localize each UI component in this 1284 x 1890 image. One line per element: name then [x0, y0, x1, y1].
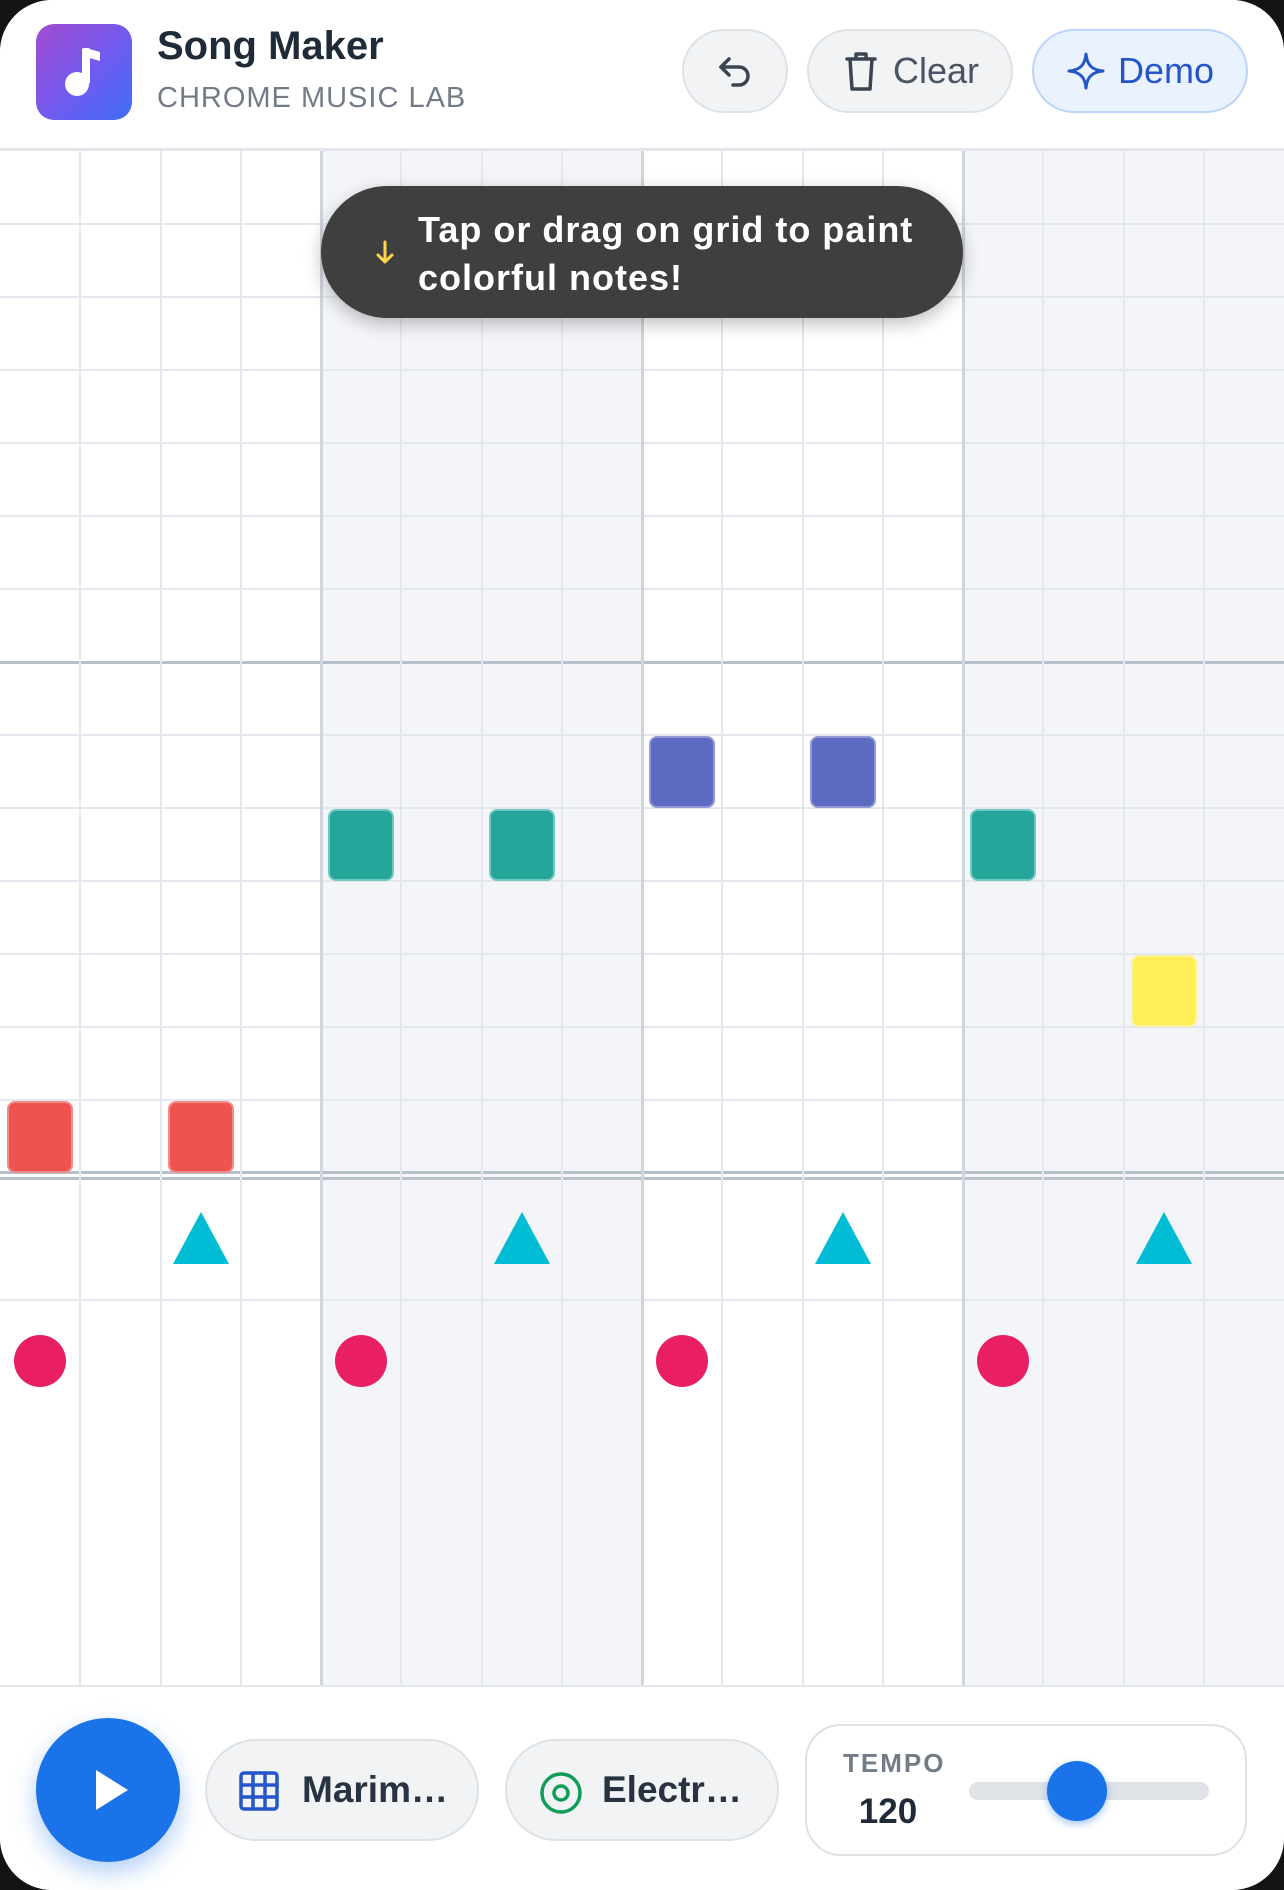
grid-col-line — [1042, 151, 1044, 1685]
percussion-selector[interactable]: Electronic — [505, 1739, 779, 1841]
bar-divider — [320, 151, 323, 1685]
clear-button[interactable]: Clear — [807, 29, 1013, 113]
demo-button[interactable]: Demo — [1032, 29, 1248, 113]
grid-col-line — [240, 151, 242, 1685]
undo-icon — [719, 57, 750, 87]
melody-note[interactable] — [970, 809, 1036, 881]
percussion-triangle[interactable] — [494, 1212, 550, 1264]
percussion-circle[interactable] — [656, 1335, 708, 1387]
grid-col-line — [400, 151, 402, 1685]
grid-col-line — [882, 151, 884, 1685]
target-icon — [540, 1772, 582, 1814]
melody-note[interactable] — [7, 1101, 73, 1173]
grid-col-line — [802, 151, 804, 1685]
hint-text: Tap or drag on grid to paint colorful no… — [418, 209, 914, 298]
bar-divider — [641, 151, 644, 1685]
play-icon — [96, 1770, 128, 1810]
grid-col-line — [79, 151, 81, 1685]
app-subtitle: CHROME MUSIC LAB — [157, 82, 467, 114]
tempo-control: TEMPO 120 — [805, 1724, 1247, 1856]
play-button[interactable] — [36, 1718, 180, 1862]
melody-note[interactable] — [810, 736, 876, 808]
hint-tooltip: Tap or drag on grid to paint colorful no… — [321, 186, 963, 318]
undo-button[interactable] — [682, 29, 788, 113]
bar-divider — [962, 151, 965, 1685]
percussion-circle[interactable] — [14, 1335, 66, 1387]
tempo-label: TEMPO — [843, 1748, 946, 1778]
melody-note[interactable] — [1131, 955, 1197, 1027]
grid-col-line — [1123, 151, 1125, 1685]
sparkle-icon — [1067, 52, 1105, 90]
tempo-value: 120 — [858, 1792, 918, 1831]
instrument-selector[interactable]: Marimba — [205, 1739, 479, 1841]
grid-col-line — [1203, 151, 1205, 1685]
melody-note[interactable] — [168, 1101, 234, 1173]
tempo-slider-thumb[interactable] — [1047, 1761, 1107, 1821]
app-logo — [36, 24, 132, 120]
demo-button-label: Demo — [1117, 50, 1215, 91]
clear-button-label: Clear — [892, 50, 980, 91]
song-maker-app: Song Maker CHROME MUSIC LAB Clear Demo T… — [0, 0, 1284, 1890]
melody-note[interactable] — [489, 809, 555, 881]
music-note-icon — [65, 48, 100, 96]
grid-col-line — [721, 151, 723, 1685]
grid-col-line — [481, 151, 483, 1685]
arrow-down-icon — [376, 240, 394, 264]
header: Song Maker CHROME MUSIC LAB Clear Demo — [0, 0, 1284, 151]
percussion-triangle[interactable] — [1136, 1212, 1192, 1264]
trash-icon — [845, 52, 877, 91]
percussion-circle[interactable] — [335, 1335, 387, 1387]
melody-note[interactable] — [328, 809, 394, 881]
instrument-label: Marimba — [302, 1769, 452, 1810]
grid-icon — [239, 1771, 279, 1811]
percussion-triangle[interactable] — [815, 1212, 871, 1264]
percussion-circle[interactable] — [977, 1335, 1029, 1387]
grid-col-line — [160, 151, 162, 1685]
app-title: Song Maker — [157, 24, 384, 68]
percussion-label: Electronic — [602, 1769, 752, 1810]
melody-note[interactable] — [649, 736, 715, 808]
bottom-toolbar: Marimba Electronic TEMPO 120 — [0, 1685, 1284, 1890]
grid-col-line — [561, 151, 563, 1685]
percussion-triangle[interactable] — [173, 1212, 229, 1264]
note-grid[interactable] — [0, 151, 1284, 1685]
